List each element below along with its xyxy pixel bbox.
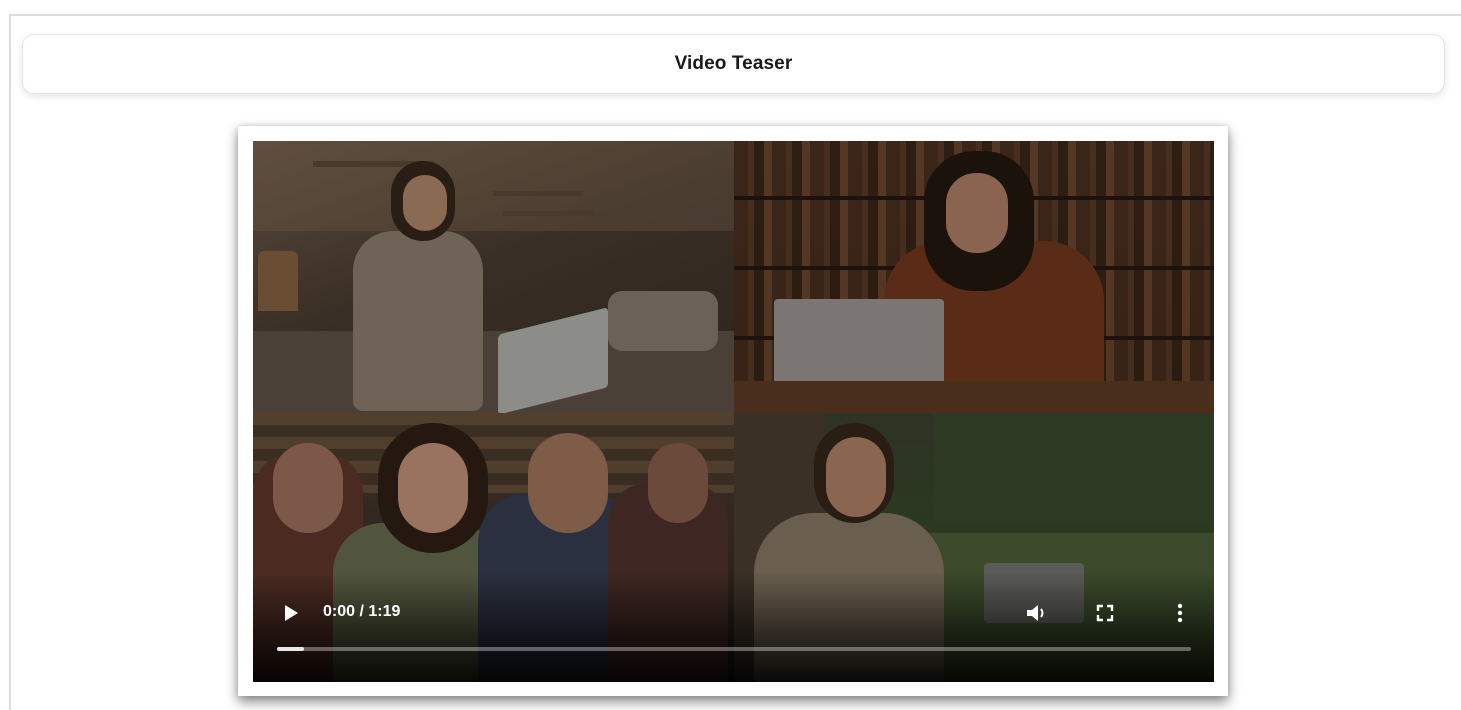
page-title: Video Teaser xyxy=(674,53,793,74)
volume-icon xyxy=(1027,605,1044,621)
progress-bar-buffered xyxy=(277,647,305,651)
more-options-icon xyxy=(1177,603,1183,623)
progress-bar[interactable] xyxy=(277,647,1191,651)
video-frame-panel-top-left xyxy=(253,141,734,413)
volume-button[interactable] xyxy=(1025,601,1049,625)
title-card: Video Teaser xyxy=(22,34,1445,94)
fullscreen-button[interactable] xyxy=(1093,601,1117,625)
play-button[interactable] xyxy=(279,601,303,625)
more-options-button[interactable] xyxy=(1168,601,1192,625)
fullscreen-icon xyxy=(1096,604,1114,622)
play-icon xyxy=(285,605,298,621)
video-player[interactable]: 0:00 / 1:19 xyxy=(253,141,1214,682)
video-frame-panel-top-right xyxy=(734,141,1214,413)
video-control-bar: 0:00 / 1:19 xyxy=(253,593,1214,633)
time-display: 0:00 / 1:19 xyxy=(323,603,401,620)
